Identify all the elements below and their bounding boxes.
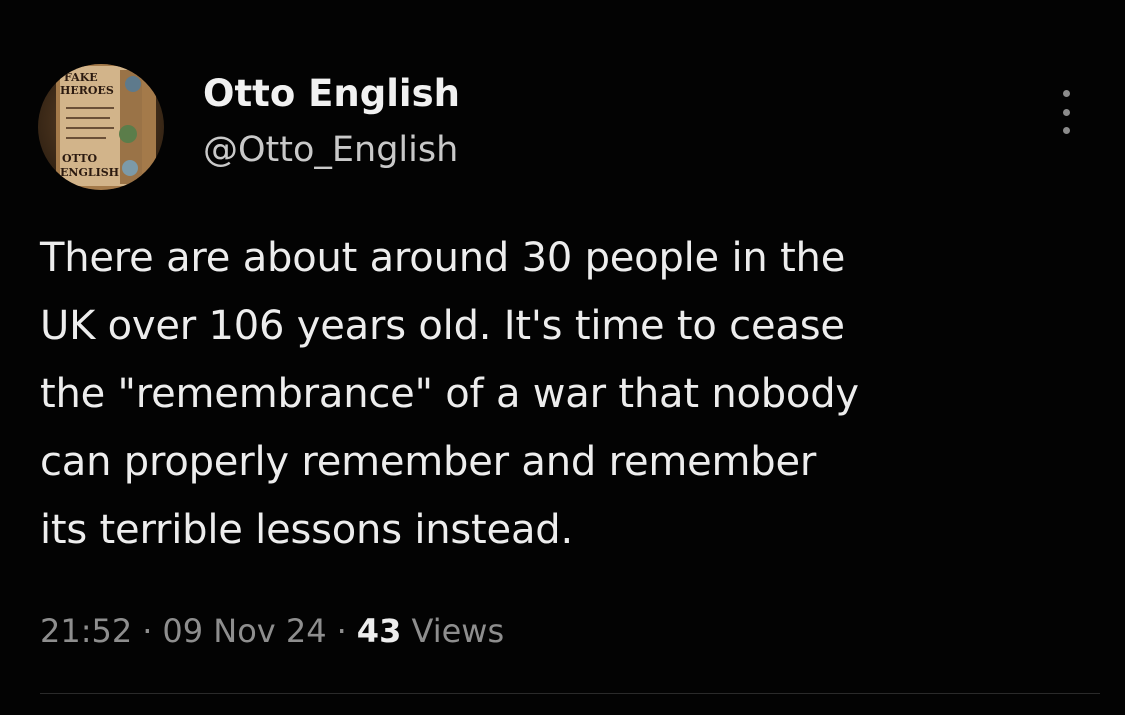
svg-text:OTTO: OTTO [62,152,98,165]
author-display-name[interactable]: Otto English [203,72,460,116]
author-handle[interactable]: @Otto_English [203,128,458,172]
views-label[interactable]: Views [412,612,505,650]
tweet-text-line: the "remembrance" of a war that nobody [40,371,859,417]
tweet-text-line: can properly remember and remember [40,439,817,485]
divider [40,693,1100,694]
svg-text:FAKE: FAKE [64,71,98,84]
more-options-button[interactable] [1046,90,1086,134]
more-dot-icon [1062,108,1070,116]
avatar[interactable]: FAKE HEROES OTTO ENGLISH [38,64,164,190]
tweet-text-line: There are about around 30 people in the [40,235,846,281]
tweet-date[interactable]: 09 Nov 24 [162,612,326,650]
book-cover-avatar-image: FAKE HEROES OTTO ENGLISH [56,64,156,190]
svg-text:ENGLISH: ENGLISH [60,166,119,179]
tweet-text-line: UK over 106 years old. It's time to ceas… [40,303,845,349]
tweet-meta: 21:52 · 09 Nov 24 · 43 Views [40,605,504,657]
tweet-time[interactable]: 21:52 [40,612,132,650]
views-count[interactable]: 43 [357,612,402,650]
meta-separator: · [142,612,153,650]
tweet-text: There are about around 30 people in the … [40,224,1100,564]
svg-text:HEROES: HEROES [60,84,114,97]
more-dot-icon [1062,90,1070,97]
meta-separator: · [336,612,347,650]
tweet-text-line: its terrible lessons instead. [40,507,573,553]
tweet-card: FAKE HEROES OTTO ENGLISH Otto English @O… [0,0,1125,715]
more-dot-icon [1062,127,1070,134]
